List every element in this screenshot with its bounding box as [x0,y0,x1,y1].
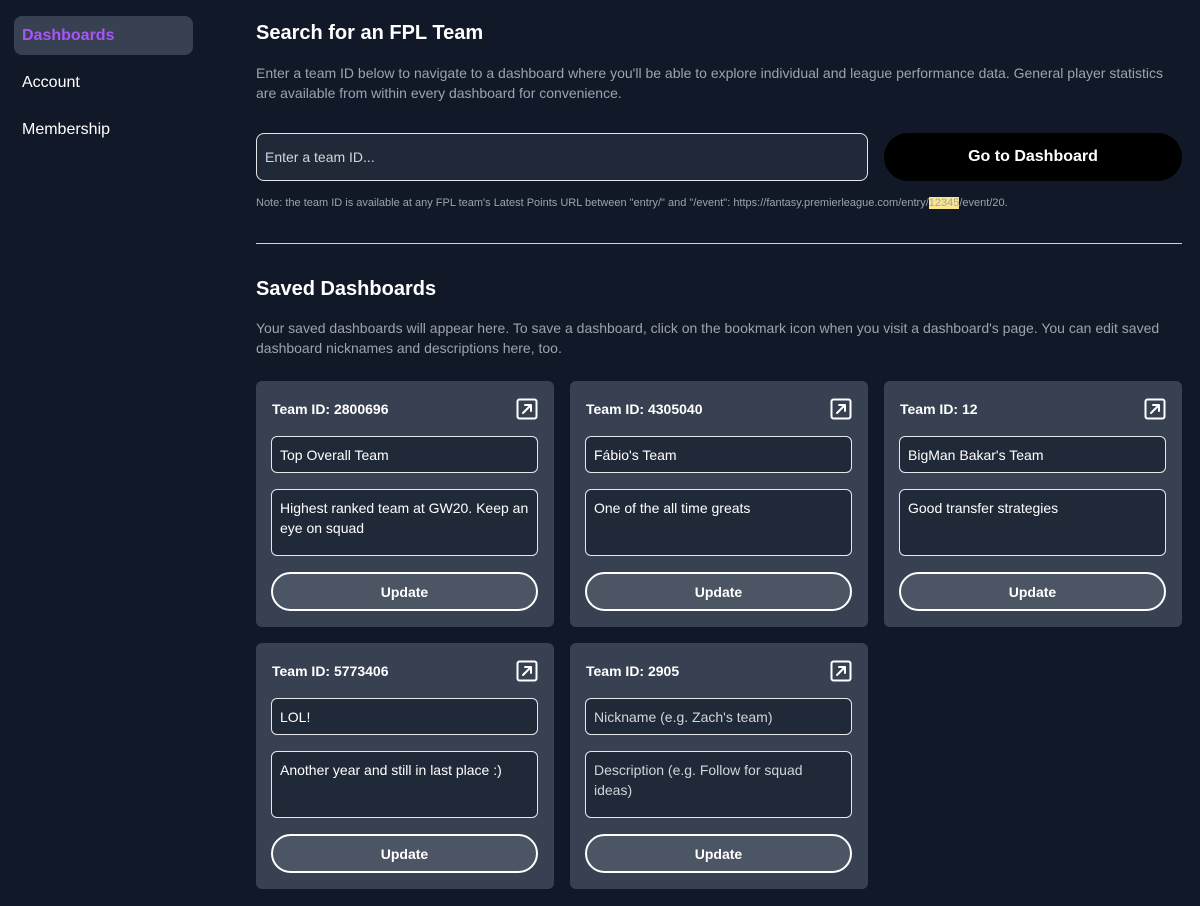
description-textarea[interactable]: Highest ranked team at GW20. Keep an eye… [271,489,538,556]
section-divider [256,243,1182,244]
update-button[interactable]: Update [899,572,1166,611]
nickname-input[interactable] [271,436,538,473]
external-link-icon[interactable] [830,398,852,420]
description-textarea[interactable]: Good transfer strategies [899,489,1166,556]
sidebar-item-account[interactable]: Account [14,63,193,102]
nickname-input[interactable] [585,698,852,735]
nickname-input[interactable] [271,698,538,735]
saved-dashboards-title: Saved Dashboards [256,278,437,300]
card-team-id: Team ID: 12 [900,401,978,417]
card-team-id: Team ID: 4305040 [586,401,703,417]
description-textarea[interactable]: One of the all time greats [585,489,852,556]
search-description: Enter a team ID below to navigate to a d… [256,65,1163,101]
description-textarea[interactable]: Another year and still in last place :) [271,751,538,818]
note-highlight: 12345 [928,197,960,209]
update-button[interactable]: Update [271,834,538,873]
dashboard-card: Team ID: 4305040 One of the all time gre… [570,381,868,627]
sidebar-item-label: Dashboards [22,26,115,44]
nickname-input[interactable] [585,436,852,473]
card-team-id: Team ID: 2800696 [272,401,389,417]
nickname-input[interactable] [899,436,1166,473]
team-id-input[interactable] [256,133,868,181]
update-button[interactable]: Update [585,572,852,611]
dashboard-card: Team ID: 2905 Update [570,643,868,889]
sidebar-item-label: Membership [22,120,111,138]
dashboard-card: Team ID: 5773406 Another year and still … [256,643,554,889]
note-prefix: Note: the team ID is available at any FP… [256,197,929,209]
sidebar-item-dashboards[interactable]: Dashboards [14,16,193,55]
description-textarea[interactable] [585,751,852,818]
update-button[interactable]: Update [585,834,852,873]
update-button[interactable]: Update [271,572,538,611]
external-link-icon[interactable] [516,398,538,420]
team-id-note: Note: the team ID is available at any FP… [256,197,1182,209]
dashboard-card: Team ID: 2800696 Highest ranked team at … [256,381,554,627]
external-link-icon[interactable] [830,660,852,682]
dashboard-card: Team ID: 12 Good transfer strategies Upd… [884,381,1182,627]
sidebar: Dashboards Account Membership [0,0,208,906]
go-to-dashboard-button[interactable]: Go to Dashboard [884,133,1182,181]
card-team-id: Team ID: 5773406 [272,663,389,679]
note-suffix: /event/20. [959,197,1008,209]
card-team-id: Team ID: 2905 [586,663,680,679]
search-title: Search for an FPL Team [256,22,484,44]
external-link-icon[interactable] [516,660,538,682]
saved-dashboards-description: Your saved dashboards will appear here. … [256,320,1160,356]
sidebar-item-label: Account [22,73,80,91]
external-link-icon[interactable] [1144,398,1166,420]
sidebar-item-membership[interactable]: Membership [14,110,193,149]
